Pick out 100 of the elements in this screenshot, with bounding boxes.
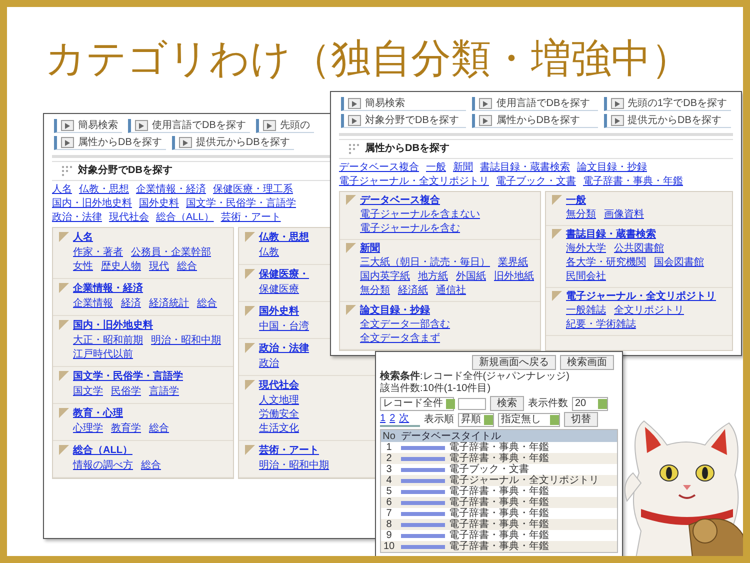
subcategory-link[interactable]: 生活文化 xyxy=(259,423,299,435)
nav-button[interactable]: 先頭の1字でDBを探す xyxy=(604,97,731,111)
nav-button[interactable]: 対象分野でDBを探す xyxy=(341,114,466,128)
page-button[interactable]: 新規画面へ戻る xyxy=(472,355,556,370)
category-heading-link[interactable]: 電子ジャーナル・全文リポジトリ xyxy=(566,291,716,303)
subcategory-link[interactable]: 中国・台湾 xyxy=(259,321,309,333)
subcategory-link[interactable]: 外国紙 xyxy=(456,271,486,283)
subcategory-link[interactable]: 総合 xyxy=(177,261,197,273)
category-link[interactable]: 総合（ALL） xyxy=(156,212,214,224)
category-link[interactable]: 一般 xyxy=(426,162,446,174)
subcategory-link[interactable]: 歴史人物 xyxy=(101,261,141,273)
nav-button[interactable]: 属性からDBを探す xyxy=(54,136,166,150)
category-heading-link[interactable]: 仏教・思想 xyxy=(259,232,309,244)
subcategory-link[interactable]: 全文データ含まず xyxy=(360,333,440,345)
subcategory-link[interactable]: 女性 xyxy=(73,261,93,273)
nav-button[interactable]: 簡易検索 xyxy=(341,97,466,111)
subcategory-link[interactable]: 仏教 xyxy=(259,247,279,259)
subcategory-link[interactable]: 心理学 xyxy=(73,423,103,435)
nav-button[interactable]: 先頭の xyxy=(256,119,314,133)
subcategory-link[interactable]: 保健医療 xyxy=(259,284,299,296)
nav-button[interactable]: 使用言語でDBを探す xyxy=(472,97,598,111)
subcategory-link[interactable]: 企業情報 xyxy=(73,298,113,310)
subcategory-link[interactable]: 三大紙（朝日・読売・毎日） xyxy=(360,257,490,269)
category-link[interactable]: 国内・旧外地史料 xyxy=(52,198,132,210)
switch-button[interactable]: 切替 xyxy=(564,412,598,427)
subcategory-link[interactable]: 一般雑誌 xyxy=(566,305,606,317)
nav-button[interactable]: 提供元からDBを探す xyxy=(172,136,294,150)
category-heading-link[interactable]: 国外史料 xyxy=(259,306,299,318)
category-heading-link[interactable]: 企業情報・経済 xyxy=(73,283,143,295)
category-heading-link[interactable]: 政治・法律 xyxy=(259,343,309,355)
subcategory-link[interactable]: 電子ジャーナルを含む xyxy=(360,223,460,235)
subcategory-link[interactable]: 国会図書館 xyxy=(654,257,704,269)
category-link[interactable]: 政治・法律 xyxy=(52,212,102,224)
category-link[interactable]: 電子辞書・事典・年鑑 xyxy=(583,176,683,188)
subcategory-link[interactable]: 電子ジャーナルを含まない xyxy=(360,209,480,221)
subcategory-link[interactable]: 民俗学 xyxy=(111,386,141,398)
subcategory-link[interactable]: 業界紙 xyxy=(498,257,528,269)
subcategory-link[interactable]: 民間会社 xyxy=(566,271,606,283)
subcategory-link[interactable]: 画像資料 xyxy=(604,209,644,221)
category-heading-link[interactable]: 教育・心理 xyxy=(73,408,123,420)
subcategory-link[interactable]: 総合 xyxy=(197,298,217,310)
sort-field-select[interactable]: 指定無し xyxy=(498,412,560,426)
subcategory-link[interactable]: 経済統計 xyxy=(149,298,189,310)
category-heading-link[interactable]: 保健医療・ xyxy=(259,269,309,281)
per-page-select[interactable]: 20 xyxy=(572,396,608,410)
subcategory-link[interactable]: 全文データ一部含む xyxy=(360,319,450,331)
subcategory-link[interactable]: 経済 xyxy=(121,298,141,310)
category-link[interactable]: 電子ジャーナル・全文リポジトリ xyxy=(339,176,489,188)
category-link[interactable]: 新聞 xyxy=(453,162,473,174)
subcategory-link[interactable]: 人文地理 xyxy=(259,395,299,407)
category-link[interactable]: 国文学・民俗学・言語学 xyxy=(186,198,296,210)
subcategory-link[interactable]: 明治・昭和中期 xyxy=(259,460,329,472)
subcategory-link[interactable]: 総合 xyxy=(141,460,161,472)
category-heading-link[interactable]: 芸術・アート xyxy=(259,445,319,457)
pager-link[interactable]: 2 xyxy=(390,412,396,424)
category-link[interactable]: 国外史料 xyxy=(139,198,179,210)
category-link[interactable]: 仏教・思想 xyxy=(79,184,129,196)
subcategory-link[interactable]: 明治・昭和中期 xyxy=(151,335,221,347)
subcategory-link[interactable]: 公共図書館 xyxy=(614,243,664,255)
category-heading-link[interactable]: 現代社会 xyxy=(259,380,299,392)
category-link[interactable]: 保健医療・理工系 xyxy=(213,184,293,196)
subcategory-link[interactable]: 無分類 xyxy=(360,285,390,297)
nav-button[interactable]: 簡易検索 xyxy=(54,119,122,133)
category-heading-link[interactable]: 一般 xyxy=(566,195,586,207)
subcategory-link[interactable]: 政治 xyxy=(259,358,279,370)
subcategory-link[interactable]: 江戸時代以前 xyxy=(73,349,133,361)
category-heading-link[interactable]: 書誌目録・蔵書検索 xyxy=(566,229,656,241)
subcategory-link[interactable]: 情報の調べ方 xyxy=(73,460,133,472)
subcategory-link[interactable]: 全文リポジトリ xyxy=(614,305,684,317)
search-button[interactable]: 検索 xyxy=(490,396,524,411)
category-heading-link[interactable]: データベース複合 xyxy=(360,195,440,207)
page-button[interactable]: 検索画面 xyxy=(560,355,614,370)
sort-order-select[interactable]: 昇順 xyxy=(458,412,494,426)
pager-link[interactable]: 次 xyxy=(399,412,410,424)
subcategory-link[interactable]: 国内英字紙 xyxy=(360,271,410,283)
subcategory-link[interactable]: 地方紙 xyxy=(418,271,448,283)
subcategory-link[interactable]: 作家・著者 xyxy=(73,247,123,259)
category-heading-link[interactable]: 論文目録・抄録 xyxy=(360,305,430,317)
subcategory-link[interactable]: 紀要・学術雑誌 xyxy=(566,319,636,331)
nav-button[interactable]: 使用言語でDBを探す xyxy=(128,119,250,133)
subcategory-link[interactable]: 公務員・企業幹部 xyxy=(131,247,211,259)
subcategory-link[interactable]: 各大学・研究機関 xyxy=(566,257,646,269)
subcategory-link[interactable]: 国文学 xyxy=(73,386,103,398)
subcategory-link[interactable]: 大正・昭和前期 xyxy=(73,335,143,347)
category-link[interactable]: 芸術・アート xyxy=(220,212,281,224)
nav-button[interactable]: 属性からDBを探す xyxy=(472,114,598,128)
select-field[interactable]: レコード全件 xyxy=(380,396,454,410)
category-heading-link[interactable]: 国内・旧外地史料 xyxy=(73,320,153,332)
category-link[interactable]: 企業情報・経済 xyxy=(136,184,206,196)
category-link[interactable]: 人名 xyxy=(52,184,72,196)
subcategory-link[interactable]: 経済紙 xyxy=(398,285,428,297)
category-link[interactable]: データベース複合 xyxy=(339,162,419,174)
search-input[interactable] xyxy=(458,398,486,410)
category-link[interactable]: 論文目録・抄録 xyxy=(577,162,647,174)
category-link[interactable]: 書誌目録・蔵書検索 xyxy=(480,162,570,174)
subcategory-link[interactable]: 無分類 xyxy=(566,209,596,221)
category-heading-link[interactable]: 人名 xyxy=(73,232,93,244)
subcategory-link[interactable]: 教育学 xyxy=(111,423,141,435)
subcategory-link[interactable]: 海外大学 xyxy=(566,243,606,255)
pager-link[interactable]: 1 xyxy=(380,412,386,424)
